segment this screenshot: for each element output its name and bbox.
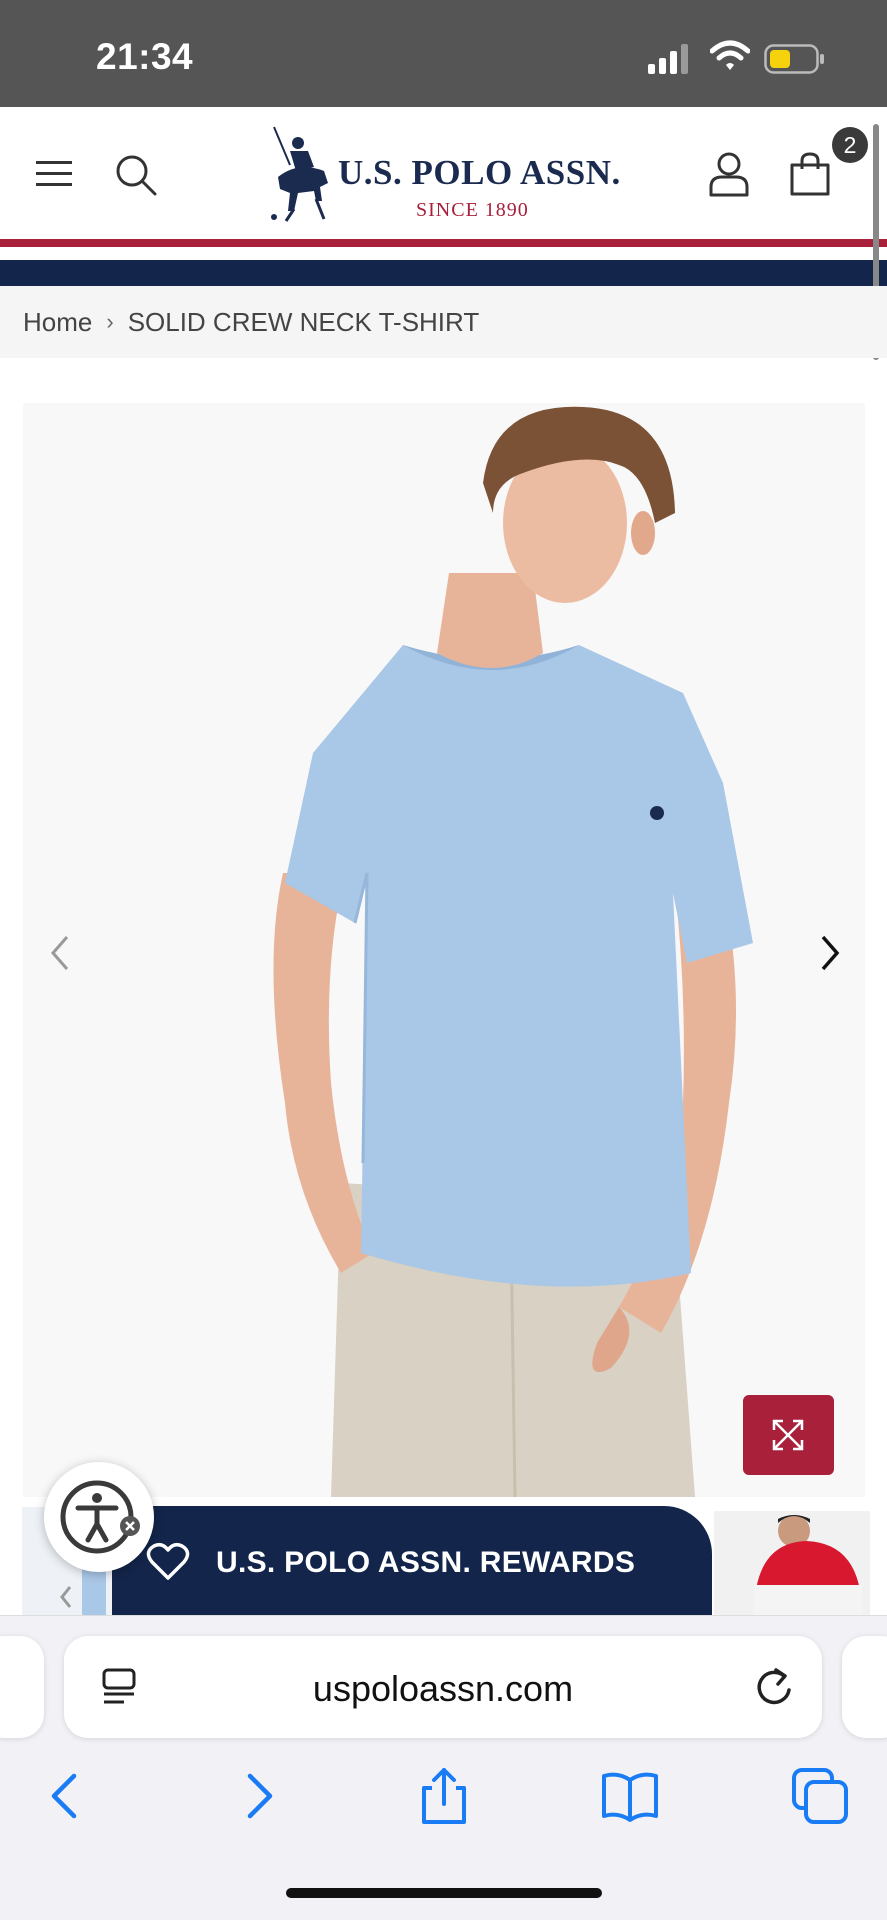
polo-player-logo-icon <box>271 126 328 222</box>
cart-icon[interactable] <box>788 151 832 197</box>
search-icon[interactable] <box>114 153 158 197</box>
product-image[interactable] <box>23 403 865 1497</box>
menu-icon[interactable] <box>36 159 72 189</box>
browser-toolbar: uspoloassn.com <box>0 1615 887 1920</box>
wifi-icon <box>710 40 750 70</box>
brand-logo[interactable]: U.S. POLO ASSN. SINCE 1890 <box>268 121 628 226</box>
breadcrumb-current: SOLID CREW NECK T-SHIRT <box>127 306 480 337</box>
chevron-right-icon[interactable] <box>815 931 845 975</box>
header-stripe-navy <box>0 260 887 286</box>
breadcrumb-separator: › <box>106 309 114 334</box>
status-bar: 21:34 <box>0 0 887 107</box>
share-icon[interactable] <box>414 1766 474 1826</box>
back-icon[interactable] <box>36 1766 96 1826</box>
bookmarks-icon[interactable] <box>600 1766 660 1826</box>
accessibility-icon <box>60 1480 140 1554</box>
status-time: 21:34 <box>96 36 194 77</box>
site-header: U.S. POLO ASSN. SINCE 1890 2 <box>0 107 887 239</box>
next-tab-card[interactable] <box>842 1636 887 1738</box>
reload-icon[interactable] <box>754 1666 794 1708</box>
rewards-banner[interactable]: U.S. POLO ASSN. REWARDS <box>112 1506 712 1616</box>
breadcrumb-home-link[interactable]: Home <box>23 307 92 338</box>
home-indicator <box>286 1888 602 1898</box>
signal-icon <box>648 44 688 74</box>
battery-icon <box>764 44 824 74</box>
address-bar[interactable]: uspoloassn.com <box>64 1636 822 1738</box>
rewards-label: U.S. POLO ASSN. REWARDS <box>216 1546 636 1579</box>
expand-icon <box>772 1419 804 1451</box>
logo-since: SINCE 1890 <box>416 199 529 221</box>
breadcrumb: Home › SOLID CREW NECK T-SHIRT <box>0 286 887 358</box>
cart-count-badge: 2 <box>832 127 868 163</box>
logo-name: U.S. POLO ASSN. <box>338 153 621 192</box>
header-stripe-red <box>0 239 887 247</box>
tabs-icon[interactable] <box>790 1766 850 1826</box>
forward-icon[interactable] <box>228 1766 288 1826</box>
expand-image-button[interactable] <box>743 1395 834 1475</box>
thumbnail-item[interactable] <box>714 1511 870 1615</box>
url-text: uspoloassn.com <box>312 1668 574 1709</box>
accessibility-button[interactable] <box>44 1462 154 1572</box>
account-icon[interactable] <box>708 151 750 197</box>
previous-tab-card[interactable] <box>0 1636 44 1738</box>
chevron-left-icon[interactable] <box>45 931 75 975</box>
model-photo <box>273 406 753 1497</box>
